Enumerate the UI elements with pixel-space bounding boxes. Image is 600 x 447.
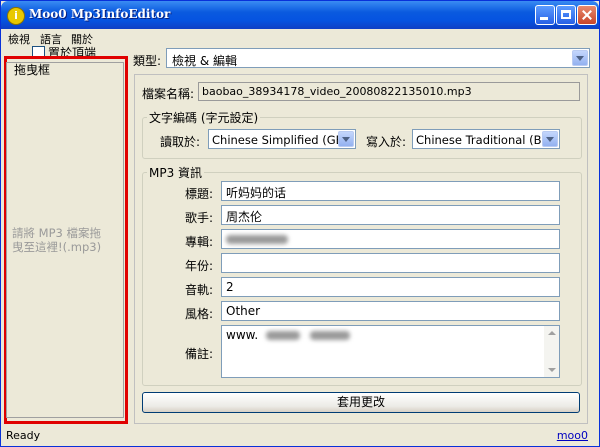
write-encoding-label: 寫入於: bbox=[366, 135, 407, 149]
year-field[interactable] bbox=[221, 253, 560, 273]
maximize-button[interactable] bbox=[556, 5, 576, 25]
app-info-icon: i bbox=[7, 7, 25, 25]
album-label: 專輯: bbox=[185, 235, 214, 249]
comment-scrollbar[interactable] bbox=[544, 326, 559, 377]
read-encoding-label: 讀取於: bbox=[160, 135, 201, 149]
write-encoding-value: Chinese Traditional (Big5) bbox=[416, 133, 542, 147]
comment-field[interactable]: www. bbox=[221, 325, 560, 378]
redacted-text bbox=[309, 331, 350, 340]
chevron-down-icon[interactable] bbox=[338, 131, 354, 147]
mp3-info-legend: MP3 資訊 bbox=[147, 164, 205, 181]
write-encoding-select[interactable]: Chinese Traditional (Big5) bbox=[412, 129, 560, 149]
encoding-legend: 文字編碼 (字元設定) bbox=[147, 109, 261, 126]
album-field[interactable] bbox=[221, 229, 560, 249]
comment-label: 備註: bbox=[185, 347, 214, 361]
title-field[interactable]: 听妈妈的话 bbox=[221, 181, 560, 201]
track-label: 音軌: bbox=[185, 283, 214, 297]
apply-changes-button[interactable]: 套用更改 bbox=[142, 392, 580, 413]
status-text: Ready bbox=[6, 429, 41, 442]
drop-zone-hint: 請將 MP3 檔案拖曳至這裡!(.mp3) bbox=[12, 226, 102, 254]
title-label: 標題: bbox=[185, 187, 214, 201]
drop-zone-title: 拖曳框 bbox=[14, 63, 51, 77]
minimize-button[interactable] bbox=[535, 5, 555, 25]
redacted-text bbox=[265, 331, 300, 340]
genre-label: 風格: bbox=[185, 307, 214, 321]
year-label: 年份: bbox=[185, 259, 214, 273]
title-bar[interactable]: i Moo0 Mp3InfoEditor bbox=[1, 1, 599, 29]
redacted-text bbox=[226, 235, 288, 244]
genre-field[interactable]: Other bbox=[221, 301, 560, 321]
scroll-up-icon[interactable] bbox=[548, 331, 556, 335]
read-encoding-value: Chinese Simplified (GB2312) bbox=[212, 133, 338, 147]
chevron-down-icon[interactable] bbox=[572, 50, 588, 66]
chevron-down-icon[interactable] bbox=[542, 131, 558, 147]
type-select-value: 檢視 & 編輯 bbox=[172, 54, 237, 68]
filename-label: 檔案名稱: bbox=[142, 87, 195, 101]
scroll-down-icon[interactable] bbox=[548, 368, 556, 372]
window-title: Moo0 Mp3InfoEditor bbox=[29, 7, 171, 21]
read-encoding-select[interactable]: Chinese Simplified (GB2312) bbox=[208, 129, 356, 149]
type-label: 類型: bbox=[133, 54, 162, 68]
status-bar: Ready moo0 bbox=[0, 426, 598, 444]
artist-field[interactable]: 周杰伦 bbox=[221, 205, 560, 225]
menu-view[interactable]: 檢視 bbox=[8, 31, 30, 47]
comment-text: www. bbox=[226, 328, 259, 342]
type-select[interactable]: 檢視 & 編輯 bbox=[166, 48, 590, 68]
moo0-link[interactable]: moo0 bbox=[557, 429, 588, 442]
track-field[interactable]: 2 bbox=[221, 277, 560, 297]
filename-field: baobao_38934178_video_20080822135010.mp3 bbox=[198, 82, 580, 101]
artist-label: 歌手: bbox=[185, 211, 214, 225]
close-button[interactable] bbox=[577, 5, 597, 25]
